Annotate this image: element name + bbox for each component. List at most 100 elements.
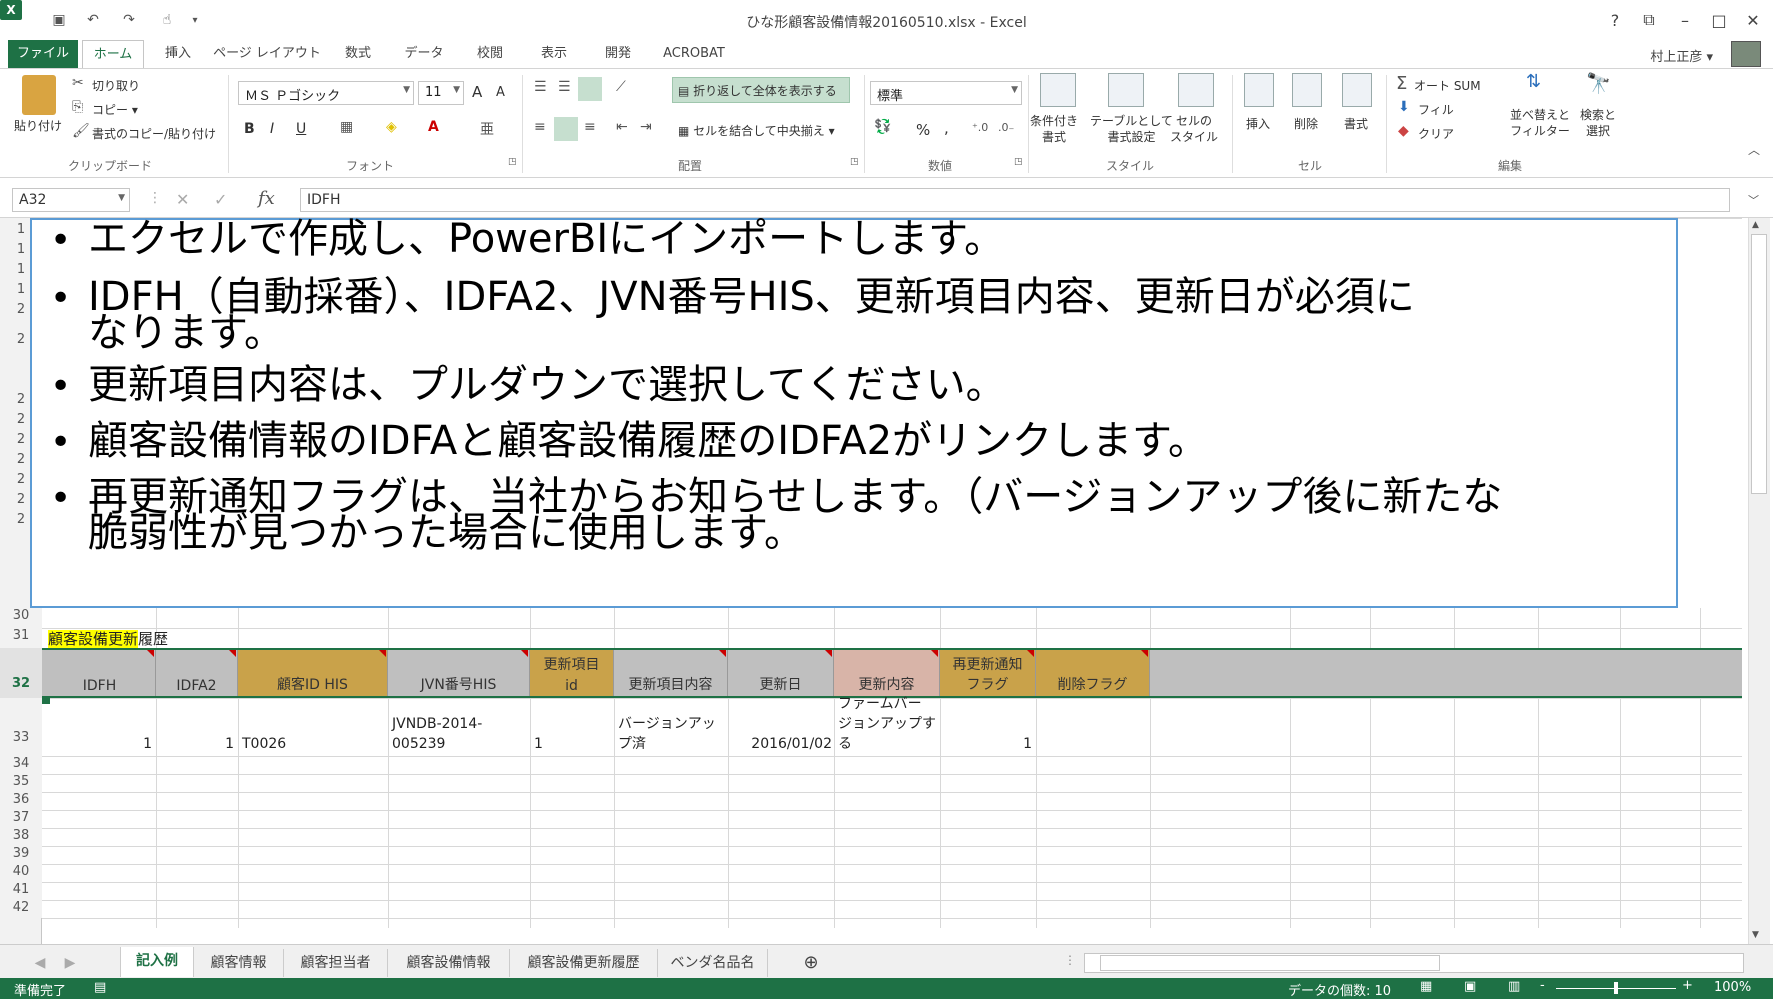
cell-content-line1[interactable]: ファームバー bbox=[838, 694, 922, 714]
cancel-icon[interactable]: ✕ bbox=[176, 190, 189, 209]
scroll-thumb[interactable] bbox=[1751, 234, 1767, 494]
delete-cells-button[interactable]: 削除 bbox=[1294, 115, 1318, 132]
close-button[interactable]: ✕ bbox=[1740, 8, 1766, 32]
find-select-button[interactable]: 検索と 選択 bbox=[1580, 107, 1616, 139]
normal-view-icon[interactable]: ▦ bbox=[1420, 979, 1432, 994]
row-header[interactable]: 33 bbox=[0, 698, 42, 756]
tab-insert[interactable]: 挿入 bbox=[150, 40, 206, 68]
selection-handle[interactable] bbox=[42, 696, 50, 704]
conditional-format-icon[interactable] bbox=[1040, 73, 1076, 107]
scroll-up-icon[interactable]: ▲ bbox=[1752, 220, 1759, 230]
ribbon-display-button[interactable]: ⧉ bbox=[1636, 8, 1662, 32]
font-name-select[interactable]: ＭＳ Ｐゴシック ▼ bbox=[238, 81, 414, 105]
conditional-format-button[interactable]: 条件付き 書式 bbox=[1030, 113, 1078, 145]
cell-customer-id[interactable]: T0026 bbox=[242, 734, 286, 754]
sheet-tab-equipment[interactable]: 顧客設備情報 bbox=[388, 949, 510, 977]
header-item-id[interactable]: 更新項目 id bbox=[530, 650, 614, 696]
font-size-select[interactable]: 11 ▼ bbox=[418, 81, 464, 105]
sheet-tab-customer[interactable]: 顧客情報 bbox=[194, 949, 284, 977]
row-header[interactable]: 38 bbox=[0, 828, 42, 846]
tab-developer[interactable]: 開発 bbox=[590, 40, 646, 68]
cell-idfa2[interactable]: 1 bbox=[156, 734, 234, 754]
minimize-button[interactable]: – bbox=[1672, 8, 1698, 32]
shrink-font-button[interactable]: A bbox=[496, 85, 505, 100]
paste-button[interactable]: 貼り付け bbox=[14, 117, 62, 134]
delete-cells-icon[interactable] bbox=[1292, 73, 1322, 107]
table-title[interactable]: 顧客設備更新履歴 bbox=[48, 629, 168, 649]
help-button[interactable]: ? bbox=[1602, 8, 1628, 32]
row-header[interactable]: 34 bbox=[0, 756, 42, 774]
insert-cells-button[interactable]: 挿入 bbox=[1246, 115, 1270, 132]
format-as-table-button[interactable]: テーブルとして 書式設定 bbox=[1090, 113, 1173, 145]
cut-button[interactable]: 切り取り bbox=[92, 77, 140, 94]
orientation-icon[interactable]: ⟋ bbox=[616, 79, 626, 95]
header-update-content[interactable]: 更新内容 bbox=[834, 650, 940, 696]
comma-button[interactable]: , bbox=[944, 119, 949, 137]
autosum-button[interactable]: オート SUM bbox=[1414, 77, 1481, 94]
tab-formulas[interactable]: 数式 bbox=[330, 40, 386, 68]
copy-button[interactable]: コピー ▾ bbox=[92, 101, 138, 118]
merge-center-button[interactable]: ▦ セルを結合して中央揃え ▾ bbox=[678, 122, 835, 139]
sheet-tab-contact[interactable]: 顧客担当者 bbox=[284, 949, 388, 977]
tab-acrobat[interactable]: ACROBAT bbox=[654, 40, 734, 68]
italic-button[interactable]: I bbox=[270, 121, 274, 137]
decrease-indent-icon[interactable]: ⇤ bbox=[616, 119, 628, 135]
dialog-launcher-icon[interactable]: ◳ bbox=[508, 157, 517, 167]
bold-button[interactable]: B bbox=[244, 121, 255, 137]
maximize-button[interactable]: □ bbox=[1706, 8, 1732, 32]
sheet-tab-example[interactable]: 記入例 bbox=[120, 947, 194, 977]
format-as-table-icon[interactable] bbox=[1108, 73, 1144, 107]
number-format-select[interactable]: 標準 ▼ bbox=[870, 81, 1022, 105]
cell-item-id[interactable]: 1 bbox=[534, 734, 543, 754]
instruction-textbox[interactable]: • エクセルで作成し、PowerBIにインポートします。 • IDFH（自動採番… bbox=[30, 218, 1678, 608]
fill-color-icon[interactable]: ◈ bbox=[386, 119, 397, 135]
row-header[interactable]: 31 bbox=[0, 628, 42, 648]
add-sheet-icon[interactable]: ⊕ bbox=[796, 949, 826, 977]
collapse-ribbon-icon[interactable]: ︿ bbox=[1748, 141, 1760, 158]
phonetic-icon[interactable]: 亜 bbox=[480, 119, 494, 139]
page-layout-view-icon[interactable]: ▣ bbox=[1464, 979, 1476, 994]
header-update-date[interactable]: 更新日 bbox=[728, 650, 834, 696]
next-sheet-icon[interactable]: ▶ bbox=[60, 949, 80, 977]
row-header[interactable]: 39 bbox=[0, 846, 42, 864]
cell-item-line2[interactable]: プ済 bbox=[618, 734, 646, 754]
clear-button[interactable]: クリア bbox=[1418, 125, 1454, 142]
header-jvn[interactable]: JVN番号HIS bbox=[388, 650, 530, 696]
zoom-slider-thumb[interactable] bbox=[1614, 982, 1618, 994]
row-header[interactable]: 35 bbox=[0, 774, 42, 792]
dialog-launcher-icon[interactable]: ◳ bbox=[850, 157, 859, 167]
row-header[interactable]: 30 bbox=[0, 608, 42, 628]
row-header[interactable]: 37 bbox=[0, 810, 42, 828]
enter-icon[interactable]: ✓ bbox=[214, 190, 227, 209]
sort-filter-icon[interactable]: ⇅ bbox=[1526, 71, 1541, 92]
macro-record-icon[interactable]: ▤ bbox=[94, 980, 106, 995]
h-scroll-thumb[interactable] bbox=[1100, 955, 1440, 971]
increase-indent-icon[interactable]: ⇥ bbox=[640, 119, 652, 135]
cell-styles-button[interactable]: セルの スタイル bbox=[1170, 113, 1218, 145]
avatar[interactable] bbox=[1731, 41, 1761, 67]
tab-home[interactable]: ホーム bbox=[82, 40, 144, 69]
font-color-icon[interactable]: A bbox=[428, 119, 439, 135]
cell-idfh[interactable]: 1 bbox=[44, 734, 152, 754]
scroll-down-icon[interactable]: ▼ bbox=[1752, 930, 1759, 940]
user-name[interactable]: 村上正彦 ▾ bbox=[1650, 46, 1713, 65]
cell-jvn-line2[interactable]: 005239 bbox=[392, 734, 445, 754]
border-icon[interactable]: ▦ bbox=[340, 119, 353, 135]
paste-icon[interactable] bbox=[22, 75, 56, 115]
cell-styles-icon[interactable] bbox=[1178, 73, 1214, 107]
expand-formula-icon[interactable]: ﹀ bbox=[1748, 192, 1759, 208]
zoom-level[interactable]: 100% bbox=[1714, 980, 1751, 995]
align-top-icon[interactable]: ☰ bbox=[534, 79, 547, 95]
format-painter-button[interactable]: 書式のコピー/貼り付け bbox=[92, 125, 216, 142]
tab-view[interactable]: 表示 bbox=[526, 40, 582, 68]
currency-icon[interactable]: 💱 bbox=[874, 119, 891, 135]
cell-item-line1[interactable]: バージョンアッ bbox=[618, 714, 716, 734]
header-delete-flag[interactable]: 削除フラグ bbox=[1036, 650, 1150, 696]
formula-input[interactable]: IDFH bbox=[300, 188, 1730, 212]
align-left-icon[interactable]: ≡ bbox=[534, 119, 546, 135]
format-cells-icon[interactable] bbox=[1342, 73, 1372, 107]
page-break-view-icon[interactable]: ▥ bbox=[1508, 979, 1520, 994]
header-customer-id[interactable]: 顧客ID HIS bbox=[238, 650, 388, 696]
row-header[interactable]: 42 bbox=[0, 900, 42, 918]
align-right-icon[interactable]: ≡ bbox=[584, 119, 596, 135]
